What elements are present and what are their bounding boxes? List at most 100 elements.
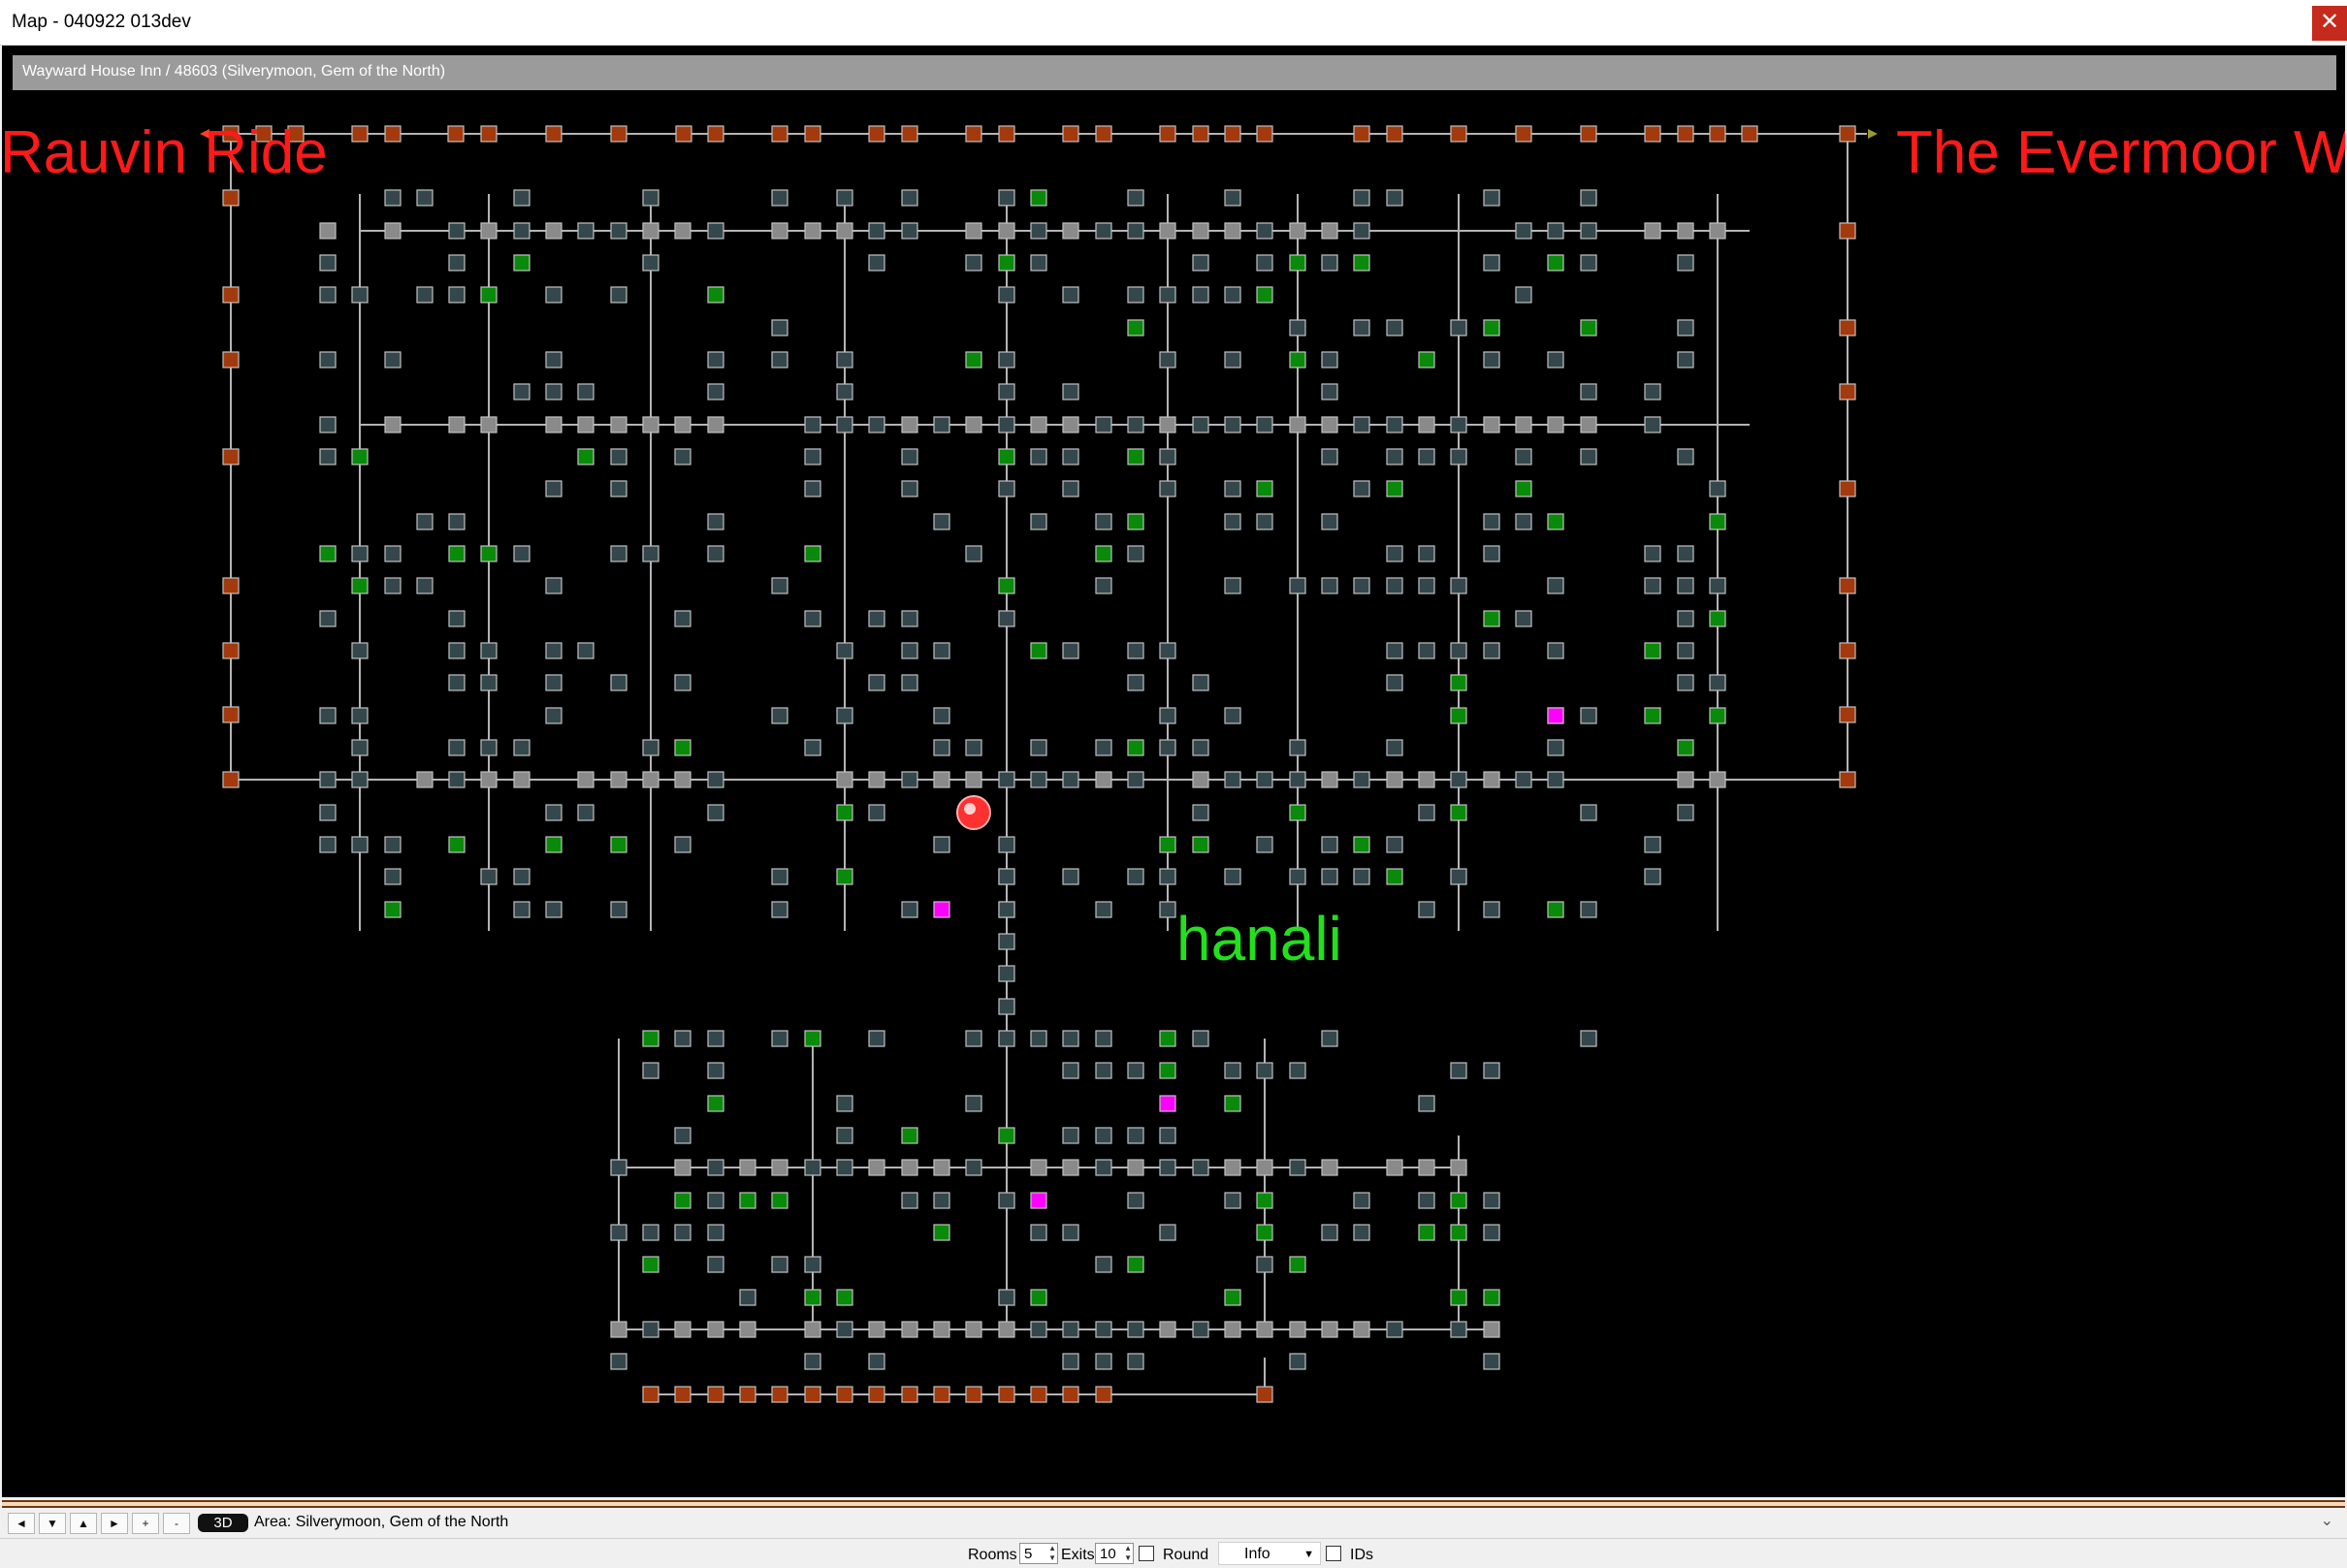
map-room[interactable]: [384, 577, 402, 594]
map-room[interactable]: [1127, 448, 1144, 465]
map-room[interactable]: [965, 1030, 982, 1047]
map-room[interactable]: [1159, 1030, 1176, 1047]
map-room[interactable]: [1644, 868, 1661, 885]
map-room[interactable]: [1677, 222, 1694, 240]
map-room[interactable]: [901, 1192, 918, 1209]
map-room[interactable]: [1127, 1256, 1144, 1273]
map-room[interactable]: [1321, 254, 1338, 272]
map-room[interactable]: [642, 1386, 659, 1403]
map-room[interactable]: [674, 1321, 691, 1338]
map-room[interactable]: [868, 416, 885, 433]
map-room[interactable]: [707, 222, 724, 240]
map-room[interactable]: [1353, 1321, 1370, 1338]
map-room[interactable]: [1450, 707, 1467, 724]
map-room[interactable]: [804, 1353, 821, 1370]
map-room[interactable]: [1256, 480, 1273, 497]
map-room[interactable]: [901, 448, 918, 465]
map-room[interactable]: [1256, 1224, 1273, 1241]
map-room[interactable]: [1062, 480, 1079, 497]
map-room[interactable]: [1515, 480, 1532, 497]
map-room[interactable]: [1353, 189, 1370, 207]
map-room[interactable]: [1644, 545, 1661, 562]
map-room[interactable]: [1289, 351, 1306, 368]
map-room[interactable]: [1289, 416, 1306, 433]
map-room[interactable]: [1030, 771, 1047, 788]
map-room[interactable]: [868, 222, 885, 240]
map-room[interactable]: [674, 1127, 691, 1144]
map-room[interactable]: [804, 416, 821, 433]
map-room[interactable]: [384, 868, 402, 885]
map-room[interactable]: [1159, 1095, 1176, 1112]
map-room[interactable]: [1677, 125, 1694, 143]
map-room[interactable]: [901, 642, 918, 659]
map-room[interactable]: [222, 577, 240, 594]
map-room[interactable]: [868, 1321, 885, 1338]
map-room[interactable]: [1483, 416, 1500, 433]
map-room[interactable]: [319, 254, 337, 272]
map-room[interactable]: [1386, 739, 1403, 756]
map-room[interactable]: [771, 901, 788, 918]
map-room[interactable]: [1547, 739, 1564, 756]
map-room[interactable]: [1256, 771, 1273, 788]
map-room[interactable]: [642, 739, 659, 756]
map-room[interactable]: [448, 771, 466, 788]
map-room[interactable]: [513, 545, 530, 562]
map-room[interactable]: [1095, 125, 1112, 143]
map-room[interactable]: [771, 125, 788, 143]
map-room[interactable]: [1224, 1159, 1241, 1176]
map-room[interactable]: [351, 545, 369, 562]
map-canvas[interactable]: Rauvin Ride The Evermoor W hanali Wayward …: [2, 46, 2345, 1497]
map-room[interactable]: [1483, 1062, 1500, 1079]
map-room[interactable]: [577, 804, 595, 821]
map-room[interactable]: [965, 1321, 982, 1338]
map-room[interactable]: [1418, 642, 1435, 659]
map-room[interactable]: [1289, 868, 1306, 885]
map-room[interactable]: [1256, 1386, 1273, 1403]
map-room[interactable]: [1386, 1159, 1403, 1176]
map-room[interactable]: [1515, 513, 1532, 530]
map-room[interactable]: [1224, 771, 1241, 788]
area-selector[interactable]: Area: Silverymoon, Gem of the North: [254, 1514, 508, 1531]
map-room[interactable]: [1127, 739, 1144, 756]
map-room[interactable]: [1483, 1192, 1500, 1209]
map-room[interactable]: [1644, 642, 1661, 659]
map-room[interactable]: [1515, 416, 1532, 433]
map-room[interactable]: [771, 222, 788, 240]
map-room[interactable]: [577, 771, 595, 788]
map-room[interactable]: [998, 1321, 1015, 1338]
map-room[interactable]: [1030, 254, 1047, 272]
map-room[interactable]: [1030, 1192, 1047, 1209]
map-room[interactable]: [674, 1386, 691, 1403]
map-room[interactable]: [610, 674, 627, 691]
map-room[interactable]: [674, 448, 691, 465]
map-room[interactable]: [868, 1030, 885, 1047]
map-room[interactable]: [836, 642, 853, 659]
map-room[interactable]: [1353, 480, 1370, 497]
map-room[interactable]: [1515, 286, 1532, 304]
map-room[interactable]: [545, 125, 563, 143]
map-room[interactable]: [998, 222, 1015, 240]
map-room[interactable]: [1127, 1353, 1144, 1370]
map-room[interactable]: [901, 416, 918, 433]
map-room[interactable]: [901, 674, 918, 691]
map-room[interactable]: [1644, 707, 1661, 724]
map-room[interactable]: [1062, 1030, 1079, 1047]
map-room[interactable]: [319, 416, 337, 433]
spinner-arrows-icon[interactable]: ▲ ▼: [1048, 1544, 1056, 1563]
arrow-left-icon[interactable]: ◄: [8, 1513, 35, 1534]
map-room[interactable]: [577, 642, 595, 659]
map-room[interactable]: [1644, 125, 1661, 143]
map-room[interactable]: [1386, 448, 1403, 465]
map-room[interactable]: [998, 189, 1015, 207]
map-room[interactable]: [610, 448, 627, 465]
map-room[interactable]: [1192, 222, 1209, 240]
map-room[interactable]: [642, 189, 659, 207]
map-room[interactable]: [707, 1062, 724, 1079]
map-room[interactable]: [1386, 836, 1403, 853]
map-room[interactable]: [222, 189, 240, 207]
map-room[interactable]: [1062, 416, 1079, 433]
plus-icon[interactable]: +: [132, 1513, 159, 1534]
map-room[interactable]: [1062, 1224, 1079, 1241]
map-room[interactable]: [1321, 222, 1338, 240]
map-room[interactable]: [1256, 222, 1273, 240]
